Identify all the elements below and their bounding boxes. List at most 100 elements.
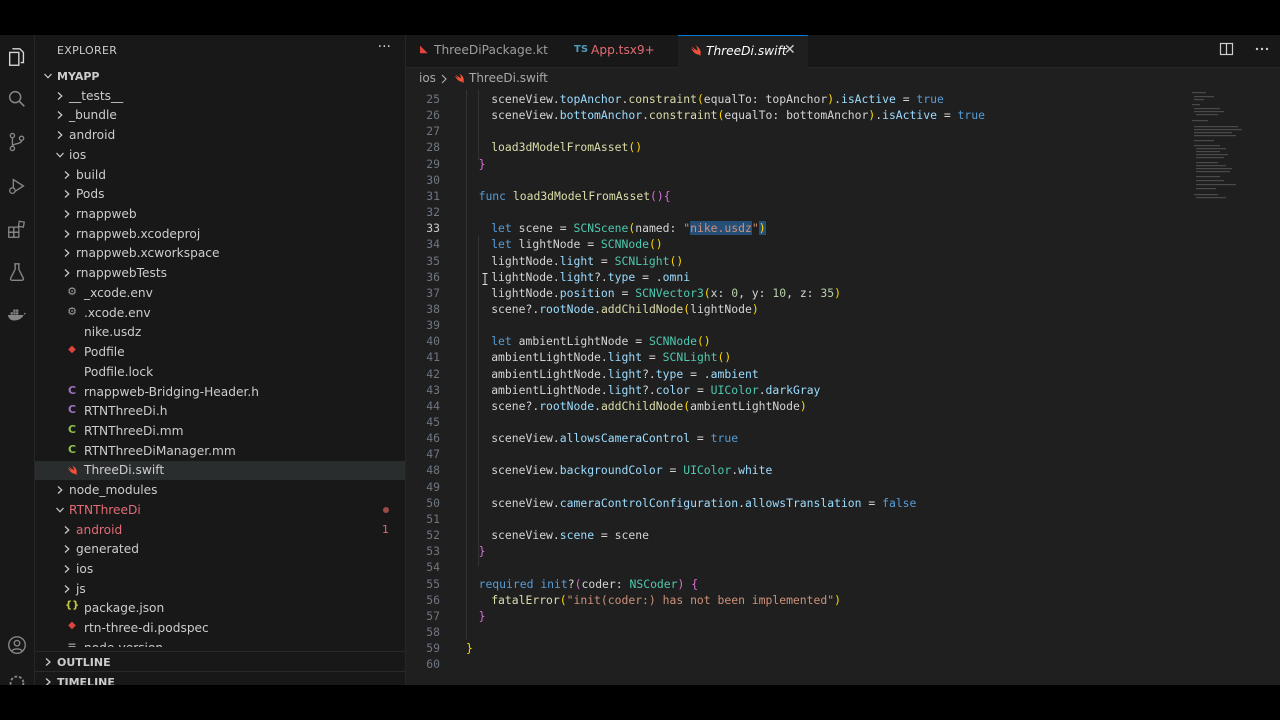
minimap[interactable] [1182,90,1272,210]
docker-icon[interactable] [5,303,29,327]
line-number: 45 [426,415,440,429]
code-token: x: [710,285,732,300]
tab-label: ThreeDiPackage.kt [434,43,548,57]
tree-folder[interactable]: rnappweb [35,205,405,224]
source-control-icon[interactable] [5,130,29,154]
tree-folder[interactable]: rnappweb.xcworkspace [35,244,405,263]
code-token: darkGray [765,382,821,397]
code-token: type [655,366,684,381]
tree-item-label: generated [76,542,139,557]
line-number: 36 [426,269,440,284]
code-token: fatalError [491,592,560,607]
timeline-section[interactable]: TIMELINE [35,671,405,685]
code-token: UIColor [683,463,732,478]
explorer-icon[interactable] [5,45,29,69]
problem-count-badge: 9+ [637,43,655,57]
run-debug-icon[interactable] [5,174,29,198]
tree-file[interactable]: ◆ rtn-three-di.podspec [35,619,405,638]
code-token: lightNode [690,301,752,316]
line-number: 33 [426,221,440,236]
code-token: isActive [882,108,937,123]
code-line: } [479,544,486,558]
c-file-icon: C [67,383,77,397]
tab-label: App.tsx [591,43,638,57]
tree-item-label: .xcode.env [84,305,151,320]
tree-file[interactable]: ⚙ .xcode.env [35,304,405,323]
tree-file[interactable]: C RTNThreeDi.h [35,402,405,421]
line-number: 27 [426,124,440,139]
outline-section[interactable]: OUTLINE [35,651,405,672]
code-token: ) [834,592,841,607]
code-token: { [663,188,671,203]
tree-item-label: Podfile [84,345,125,360]
code-token: let [491,334,519,349]
code-token: 35 [820,285,835,300]
code-line: load3dModelFromAsset() [491,140,642,154]
line-number: 41 [426,350,440,365]
code-line: lightNode.light?.type = .omni [491,270,690,284]
tree-file[interactable]: Podfile.lock [35,363,405,382]
split-editor-icon[interactable] [1219,41,1235,57]
tree-folder[interactable]: android [35,126,405,145]
tree-folder[interactable]: node_modules [35,481,405,500]
tree-folder[interactable]: Pods [35,185,405,204]
chevron-right-icon [441,74,447,84]
code-token: ambientLightNode [690,398,800,413]
more-actions-icon[interactable]: ··· [378,39,391,55]
breadcrumb-folder[interactable]: ios [419,71,436,85]
tree-item-label: __tests__ [69,88,124,103]
json-file-icon: {} [65,600,80,612]
extensions-icon[interactable] [5,217,29,241]
tab-threedipackage-kt[interactable]: ◣ ThreeDiPackage.kt [406,35,560,67]
tree-folder[interactable]: MYAPP [35,67,405,86]
code-token: } [478,608,486,623]
tree-folder[interactable]: _bundle [35,106,405,125]
tree-folder[interactable]: android 1 [35,521,405,540]
tree-file[interactable]: C RTNThreeDi.mm [35,422,405,441]
explorer-sidebar: EXPLORER ··· MYAPP __tests__ _bundle androi… [35,35,406,685]
breadcrumb-file[interactable]: ThreeDi.swift [469,71,548,85]
tree-file[interactable]: ⚙ _xcode.env [35,284,405,303]
tree-file[interactable]: ≡ node-version [35,639,405,647]
tree-folder[interactable]: ios [35,560,405,579]
tab-app-tsx[interactable]: TS App.tsx 9+ [561,35,677,67]
tree-folder[interactable]: rnappweb.xcodeproj [35,225,405,244]
tree-item-label: RTNThreeDi.h [84,404,168,419]
tree-file[interactable]: ThreeDi.swift [35,461,405,481]
chevron-right-icon [64,545,70,554]
code-token: () [669,253,684,268]
settings-gear-icon[interactable] [5,671,29,685]
tree-folder[interactable]: build [35,166,405,185]
tree-folder[interactable]: generated [35,540,405,559]
code-token: true [957,108,985,123]
tree-folder[interactable]: rnappwebTests [35,264,405,283]
more-actions-icon[interactable] [1254,41,1270,57]
tree-file[interactable]: ◆ Podfile [35,343,405,362]
close-icon[interactable]: ✕ [784,42,796,58]
tree-folder[interactable]: __tests__ [35,87,405,106]
tree-file[interactable]: {} package.json [35,599,405,618]
search-icon[interactable] [5,87,29,111]
tree-file[interactable]: Crnappweb-Bridging-Header.h [35,383,405,402]
tree-folder[interactable]: ios [35,146,405,165]
file-tree: MYAPP __tests__ _bundle android ios build Pods… [35,67,405,647]
tree-item-label: rnappweb.xcodeproj [76,226,201,241]
line-number: 49 [426,479,440,494]
account-icon[interactable] [5,633,29,657]
code-token: position [559,285,615,300]
code-token: . [738,495,745,510]
tab-threedi-swift[interactable]: ThreeDi.swift ✕ [678,35,808,68]
code-token: nike.usdz [690,221,752,236]
line-number: 30 [426,172,440,187]
code-editor[interactable]: 25 sceneView.topAnchor.constraint(equalTo… [406,90,1280,685]
tree-folder[interactable]: RTNThreeDi [35,501,405,520]
tree-folder[interactable]: js [35,580,405,599]
code-token: ambient [710,366,759,381]
code-line: lightNode.light = SCNLight() [491,254,683,268]
testing-icon[interactable] [5,260,29,284]
code-token: = . [683,366,711,381]
line-number: 48 [426,463,440,478]
tree-file[interactable]: C RTNThreeDiManager.mm [35,442,405,461]
code-token: } [466,641,473,656]
tree-file[interactable]: nike.usdz [35,323,405,342]
